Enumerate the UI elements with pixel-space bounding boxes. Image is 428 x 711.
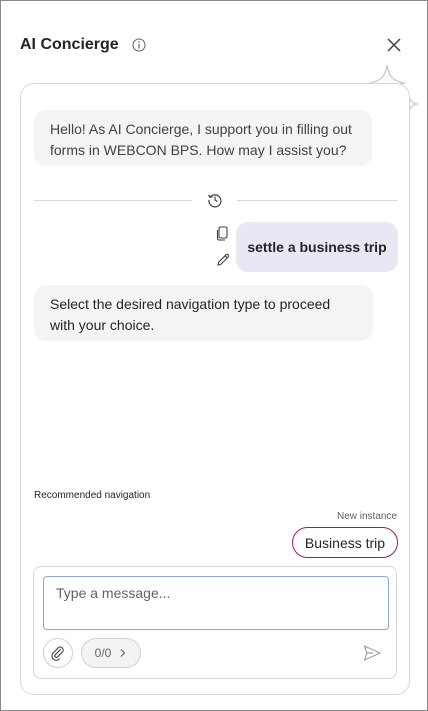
info-icon[interactable] xyxy=(132,38,146,52)
panel-title: AI Concierge xyxy=(20,36,119,53)
user-message: settle a business trip xyxy=(236,222,398,272)
message-input[interactable] xyxy=(43,576,389,630)
assistant-message: Select the desired navigation type to pr… xyxy=(34,285,373,341)
message-composer: 0/0 xyxy=(33,566,397,679)
close-icon[interactable] xyxy=(384,35,404,55)
divider xyxy=(237,200,397,201)
attachment-counter: 0/0 xyxy=(94,646,112,660)
business-trip-button[interactable]: Business trip xyxy=(292,527,398,558)
assistant-message: Hello! As AI Concierge, I support you in… xyxy=(34,110,372,166)
history-icon[interactable] xyxy=(207,192,223,208)
ai-concierge-panel: AI Concierge Hello! As AI Concierge, I s… xyxy=(0,0,428,711)
attachment-counter-button[interactable]: 0/0 xyxy=(81,638,141,668)
chevron-right-icon xyxy=(120,649,126,657)
attach-button[interactable] xyxy=(43,638,73,668)
new-instance-label: New instance xyxy=(336,511,397,522)
divider xyxy=(34,200,192,201)
edit-icon[interactable] xyxy=(215,252,231,268)
recommended-navigation-label: Recommended navigation xyxy=(34,490,151,501)
chat-card: Hello! As AI Concierge, I support you in… xyxy=(20,83,410,695)
paperclip-icon xyxy=(51,646,64,661)
copy-icon[interactable] xyxy=(215,225,231,241)
send-icon[interactable] xyxy=(362,643,382,663)
